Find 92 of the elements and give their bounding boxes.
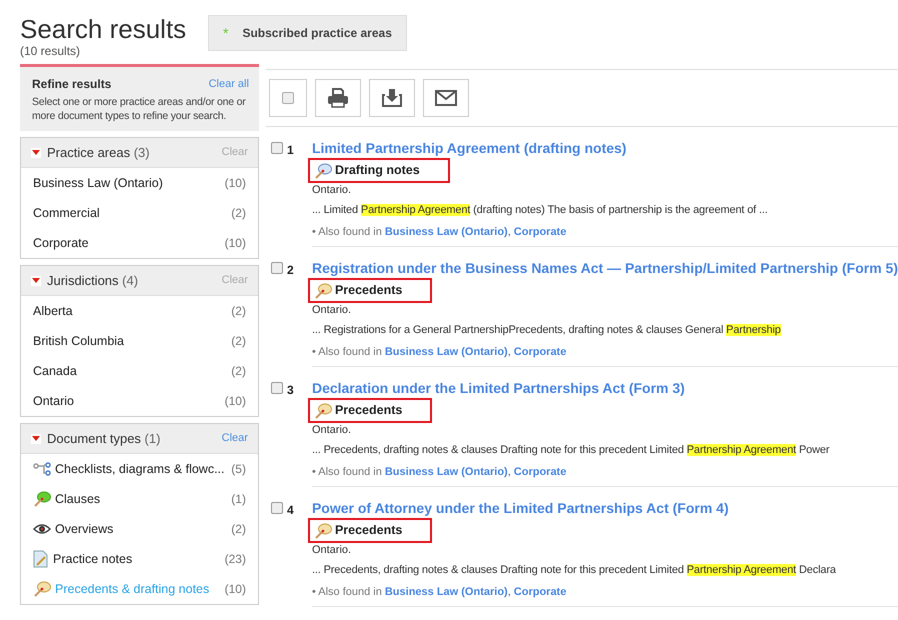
facet-title: Practice areas (3) xyxy=(47,144,150,162)
separator-comma: , xyxy=(508,464,511,480)
refine-title: Refine results xyxy=(32,76,112,93)
facet-item[interactable]: Precedents & drafting notes xyxy=(55,580,210,598)
jurisdiction-text: Ontario. xyxy=(312,423,352,437)
checkbox[interactable] xyxy=(282,92,294,104)
item-count: (23) xyxy=(224,551,246,568)
document-type-label: Precedents xyxy=(308,518,432,543)
result-snippet: ... Registrations for a General PartnershipPrecedents, drafting notes & clauses General Partnership xyxy=(312,323,782,338)
also-found-label: • Also found in xyxy=(312,584,382,600)
facet-item[interactable]: Clauses xyxy=(55,490,100,508)
item-count: (10) xyxy=(224,393,246,410)
clear-link[interactable]: Clear xyxy=(222,272,248,289)
practice-area-link[interactable]: Corporate xyxy=(514,224,566,240)
download-icon xyxy=(380,88,403,108)
result-checkbox[interactable] xyxy=(270,382,283,394)
result-title-link[interactable]: Registration under the Business Names Act — Partnership/Limited Partnership (Form 5) xyxy=(312,259,898,277)
document-type-label: Precedents xyxy=(308,278,432,303)
result-checkbox[interactable] xyxy=(270,502,283,514)
speech-bubble-icon xyxy=(33,491,51,507)
result-number: 3 xyxy=(286,382,294,399)
caret-icon[interactable] xyxy=(31,434,41,444)
document-type-label: Drafting notes xyxy=(308,158,450,183)
document-type-label: Precedents xyxy=(308,398,432,423)
facet-item[interactable]: Ontario xyxy=(33,392,74,410)
practice-area-link[interactable]: Corporate xyxy=(514,464,566,480)
email-button[interactable] xyxy=(422,79,469,117)
item-count: (10) xyxy=(224,175,246,192)
item-count: (2) xyxy=(231,521,246,538)
facet-item[interactable]: British Columbia xyxy=(33,332,124,350)
facet-item[interactable]: Business Law (Ontario) xyxy=(33,174,163,192)
item-count: (2) xyxy=(231,363,246,380)
email-icon xyxy=(434,90,457,106)
speech-bubble-icon xyxy=(33,581,51,597)
separator-comma: , xyxy=(508,224,511,240)
download-button[interactable] xyxy=(368,79,415,117)
also-found-label: • Also found in xyxy=(312,464,382,480)
result-number: 4 xyxy=(286,502,294,519)
separator-comma: , xyxy=(508,584,511,600)
result-checkbox[interactable] xyxy=(270,262,283,274)
subscribed-tab[interactable]: * Subscribed practice areas xyxy=(208,15,407,51)
practice-area-link[interactable]: Corporate xyxy=(514,584,566,600)
item-count: (2) xyxy=(231,205,246,222)
jurisdiction-text: Ontario. xyxy=(312,183,352,197)
facet-item[interactable]: Checklists, diagrams & flowc... xyxy=(55,460,224,478)
item-count: (5) xyxy=(231,461,246,478)
refine-hint: Select one or more practice areas and/or one or more document types to refine your search. xyxy=(32,95,247,123)
facet-title: Jurisdictions (4) xyxy=(47,272,138,290)
result-title-link[interactable]: Limited Partnership Agreement (drafting notes) xyxy=(312,139,898,157)
facet-item[interactable]: Overviews xyxy=(55,520,114,538)
practice-area-link[interactable]: Business Law (Ontario) xyxy=(384,584,508,600)
print-button[interactable] xyxy=(314,79,361,117)
caret-icon[interactable] xyxy=(31,148,41,158)
facet-item[interactable]: Practice notes xyxy=(53,550,132,568)
item-count: (10) xyxy=(224,581,246,598)
result-title-link[interactable]: Power of Attorney under the Limited Partnerships Act (Form 4) xyxy=(312,499,898,517)
practice-area-link[interactable]: Business Law (Ontario) xyxy=(384,344,508,360)
practice-area-link[interactable]: Corporate xyxy=(514,344,566,360)
jurisdiction-text: Ontario. xyxy=(312,303,352,317)
flowchart-icon xyxy=(33,462,51,476)
practice-area-link[interactable]: Business Law (Ontario) xyxy=(384,224,508,240)
jurisdiction-text: Ontario. xyxy=(312,543,352,557)
also-found-label: • Also found in xyxy=(312,224,382,240)
also-found-label: • Also found in xyxy=(312,344,382,360)
practice-area-link[interactable]: Business Law (Ontario) xyxy=(384,464,508,480)
speech-bubble-icon xyxy=(314,402,332,418)
result-checkbox[interactable] xyxy=(270,142,283,154)
results-count: (10 results) xyxy=(20,44,82,58)
item-count: (2) xyxy=(231,333,246,350)
facet-item[interactable]: Corporate xyxy=(33,234,89,252)
print-icon xyxy=(326,88,349,108)
item-count: (2) xyxy=(231,303,246,320)
document-icon xyxy=(33,550,49,568)
caret-icon[interactable] xyxy=(31,276,41,286)
page-title: Search results xyxy=(20,14,188,44)
item-count: (10) xyxy=(224,235,246,252)
facet-item[interactable]: Canada xyxy=(33,362,77,380)
facet-item[interactable]: Alberta xyxy=(33,302,73,320)
speech-bubble-icon xyxy=(314,162,332,178)
facet-item[interactable]: Commercial xyxy=(33,204,100,222)
clear-link[interactable]: Clear xyxy=(222,430,248,447)
item-count: (1) xyxy=(231,491,246,508)
result-number: 2 xyxy=(286,262,294,279)
facet-title: Document types (1) xyxy=(47,430,160,448)
clear-all-link[interactable]: Clear all xyxy=(208,76,249,92)
clear-link[interactable]: Clear xyxy=(222,144,248,161)
result-title-link[interactable]: Declaration under the Limited Partnerships Act (Form 3) xyxy=(312,379,898,397)
eye-icon xyxy=(33,523,51,535)
speech-bubble-icon xyxy=(314,282,332,298)
separator-comma: , xyxy=(508,344,511,360)
speech-bubble-icon xyxy=(314,522,332,538)
result-number: 1 xyxy=(286,142,294,159)
